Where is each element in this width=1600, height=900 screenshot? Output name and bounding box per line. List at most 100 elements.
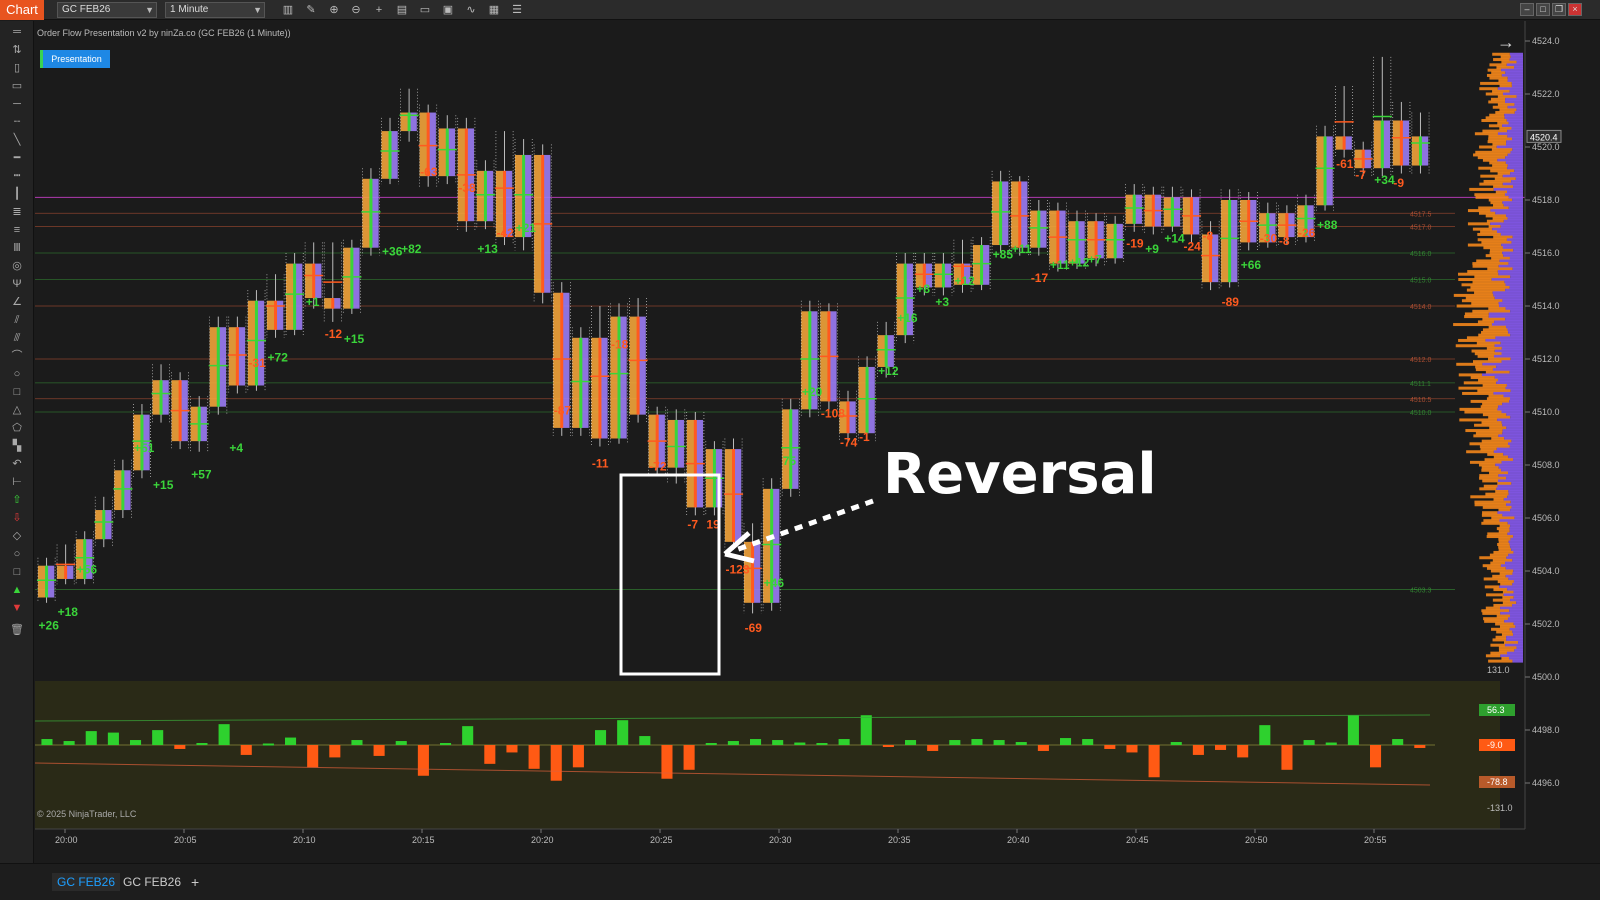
time-tick-label: 20:40 [1007, 835, 1030, 845]
add-tab-button[interactable]: + [186, 873, 204, 891]
trash-icon[interactable]: 🗑 [9, 623, 25, 637]
bar-type-icon[interactable]: ▥ [280, 3, 296, 17]
volume-profile-bar-bid [1508, 540, 1523, 544]
price-level-label: 4516.0 [1410, 251, 1432, 258]
maximize-icon[interactable]: □ [1536, 3, 1550, 16]
volume-profile-bar-bid [1507, 328, 1523, 332]
diamond-icon[interactable]: ◇ [9, 529, 25, 543]
triangle-up-icon[interactable]: ▲ [9, 583, 25, 597]
vertical-line-icon[interactable]: ┃ [9, 187, 25, 201]
reversal-annotation: Reversal [883, 442, 1157, 507]
strategies-icon[interactable]: ▣ [440, 3, 456, 17]
channel-icon[interactable]: ⫽ [9, 313, 25, 327]
volume-profile-bar-bid [1493, 450, 1523, 454]
price-chart[interactable]: 4517.5 4517.0 4516.0 4515.0 4514.0 4512.0 4511… [35, 21, 1600, 863]
properties-icon[interactable]: ▤ [394, 3, 410, 17]
footprint-bar [800, 300, 820, 418]
presentation-button[interactable]: Presentation [40, 50, 110, 68]
candle-body [1380, 120, 1384, 169]
volume-profile-bar-ask [1495, 635, 1507, 639]
volume-profile-bar-ask [1496, 614, 1510, 618]
arrow-down-icon[interactable]: ⇩ [9, 511, 25, 525]
horizontal-line-icon[interactable]: ━ [9, 151, 25, 165]
text-icon[interactable]: ▚ [9, 439, 25, 453]
indicator-value-label: -9.0 [1487, 740, 1503, 750]
crosshair-icon[interactable]: + [371, 3, 387, 17]
pitchfork-icon[interactable]: Ψ [9, 277, 25, 291]
region-icon[interactable]: ▯ [9, 61, 25, 75]
volume-profile-bar-ask [1495, 190, 1507, 194]
trend-line-icon[interactable]: ╲ [9, 133, 25, 147]
volume-profile-bar-ask [1481, 119, 1507, 122]
volume-profile-bar-ask [1465, 296, 1495, 300]
rectangle-icon[interactable]: ▭ [9, 79, 25, 93]
fib-extension-icon[interactable]: ≡ [9, 223, 25, 237]
volume-profile-bar-bid [1499, 304, 1523, 308]
volume-profile-bar-ask [1498, 545, 1511, 549]
ellipse-icon[interactable]: ○ [9, 367, 25, 381]
volume-profile-bar-ask [1475, 365, 1497, 369]
volume-profile-bar-bid [1506, 142, 1523, 146]
volume-profile-bar-ask [1492, 89, 1510, 93]
fibonacci-icon[interactable]: ≣ [9, 205, 25, 219]
arc-icon[interactable]: ⌒ [9, 349, 25, 363]
zoom-in-icon[interactable]: ⊕ [326, 3, 342, 17]
dot-icon[interactable]: ○ [9, 547, 25, 561]
volume-profile-bar-ask [1483, 246, 1503, 250]
templates-icon[interactable]: ▭ [417, 3, 433, 17]
data-box-icon[interactable]: ▦ [486, 3, 502, 17]
volume-profile-bar-bid [1506, 635, 1523, 639]
time-cycles-icon[interactable]: Ⅲ [9, 241, 25, 255]
volume-profile-bar-bid [1513, 458, 1523, 462]
delta-label: -63 [420, 165, 438, 179]
tab-gc-feb26-active[interactable]: GC FEB26 [52, 873, 121, 891]
pencil-icon[interactable]: ✎ [303, 3, 319, 17]
ruler-icon[interactable]: ═ [9, 25, 25, 39]
extended-line-icon[interactable]: ┅ [9, 169, 25, 183]
volume-profile-bar-bid [1499, 519, 1523, 523]
chart-tab[interactable]: Chart [0, 0, 44, 20]
time-tick-label: 20:45 [1126, 835, 1149, 845]
fib-circle-icon[interactable]: ◎ [9, 259, 25, 273]
ray-icon[interactable]: ╌ [9, 115, 25, 129]
regression-channel-icon[interactable]: ⫻ [9, 331, 25, 345]
delta-label: -9 [1393, 176, 1404, 190]
price-level-label: 4510.5 [1410, 397, 1432, 404]
zoom-out-icon[interactable]: ⊖ [348, 3, 364, 17]
volume-profile-bar-bid [1493, 354, 1523, 358]
tab-gc-feb26[interactable]: GC FEB26 [118, 873, 186, 891]
volume-profile-bar-ask [1488, 124, 1503, 128]
volume-profile-bar-bid [1501, 73, 1523, 77]
risk-reward-icon[interactable]: ⇅ [9, 43, 25, 57]
volume-profile-bar-bid [1495, 336, 1523, 340]
triangle-down-icon[interactable]: ▼ [9, 601, 25, 615]
volume-profile-bar-bid [1513, 590, 1523, 594]
instrument-selector[interactable]: GC FEB26 ▼ [57, 2, 157, 18]
arrow-up-icon[interactable]: ⇧ [9, 493, 25, 507]
path-icon[interactable]: ↶ [9, 457, 25, 471]
gann-fan-icon[interactable]: ∠ [9, 295, 25, 309]
list-icon[interactable]: ☰ [509, 3, 525, 17]
interval-selector[interactable]: 1 Minute ▼ [165, 2, 265, 18]
chart-panel[interactable]: 4517.5 4517.0 4516.0 4515.0 4514.0 4512.0 4511… [35, 21, 1600, 863]
price-tick-label: 4524.0 [1532, 36, 1560, 46]
volume-profile-bar-ask [1469, 187, 1494, 191]
minimize-icon[interactable]: – [1520, 3, 1534, 16]
delta-volume-bar [1414, 745, 1426, 748]
volume-profile-bar-ask [1499, 84, 1512, 88]
square-icon[interactable]: □ [9, 385, 25, 399]
restore-icon[interactable]: ❐ [1552, 3, 1566, 16]
bottom-tab-bar: GC FEB26 GC FEB26 + [0, 863, 1600, 900]
triangle-icon[interactable]: △ [9, 403, 25, 417]
polygon-icon[interactable]: ⬠ [9, 421, 25, 435]
line-icon[interactable]: ─ [9, 97, 25, 111]
ruler-measure-icon[interactable]: ⊢ [9, 475, 25, 489]
volume-profile-bar-bid [1504, 437, 1523, 440]
delta-label: -7 [1355, 168, 1366, 182]
volume-profile-bar-bid [1495, 211, 1523, 215]
close-icon[interactable]: × [1568, 3, 1582, 16]
delta-label: -12 [325, 327, 343, 341]
volume-profile-bar-bid [1510, 415, 1523, 419]
indicators-icon[interactable]: ∿ [463, 3, 479, 17]
square-marker-icon[interactable]: □ [9, 565, 25, 579]
